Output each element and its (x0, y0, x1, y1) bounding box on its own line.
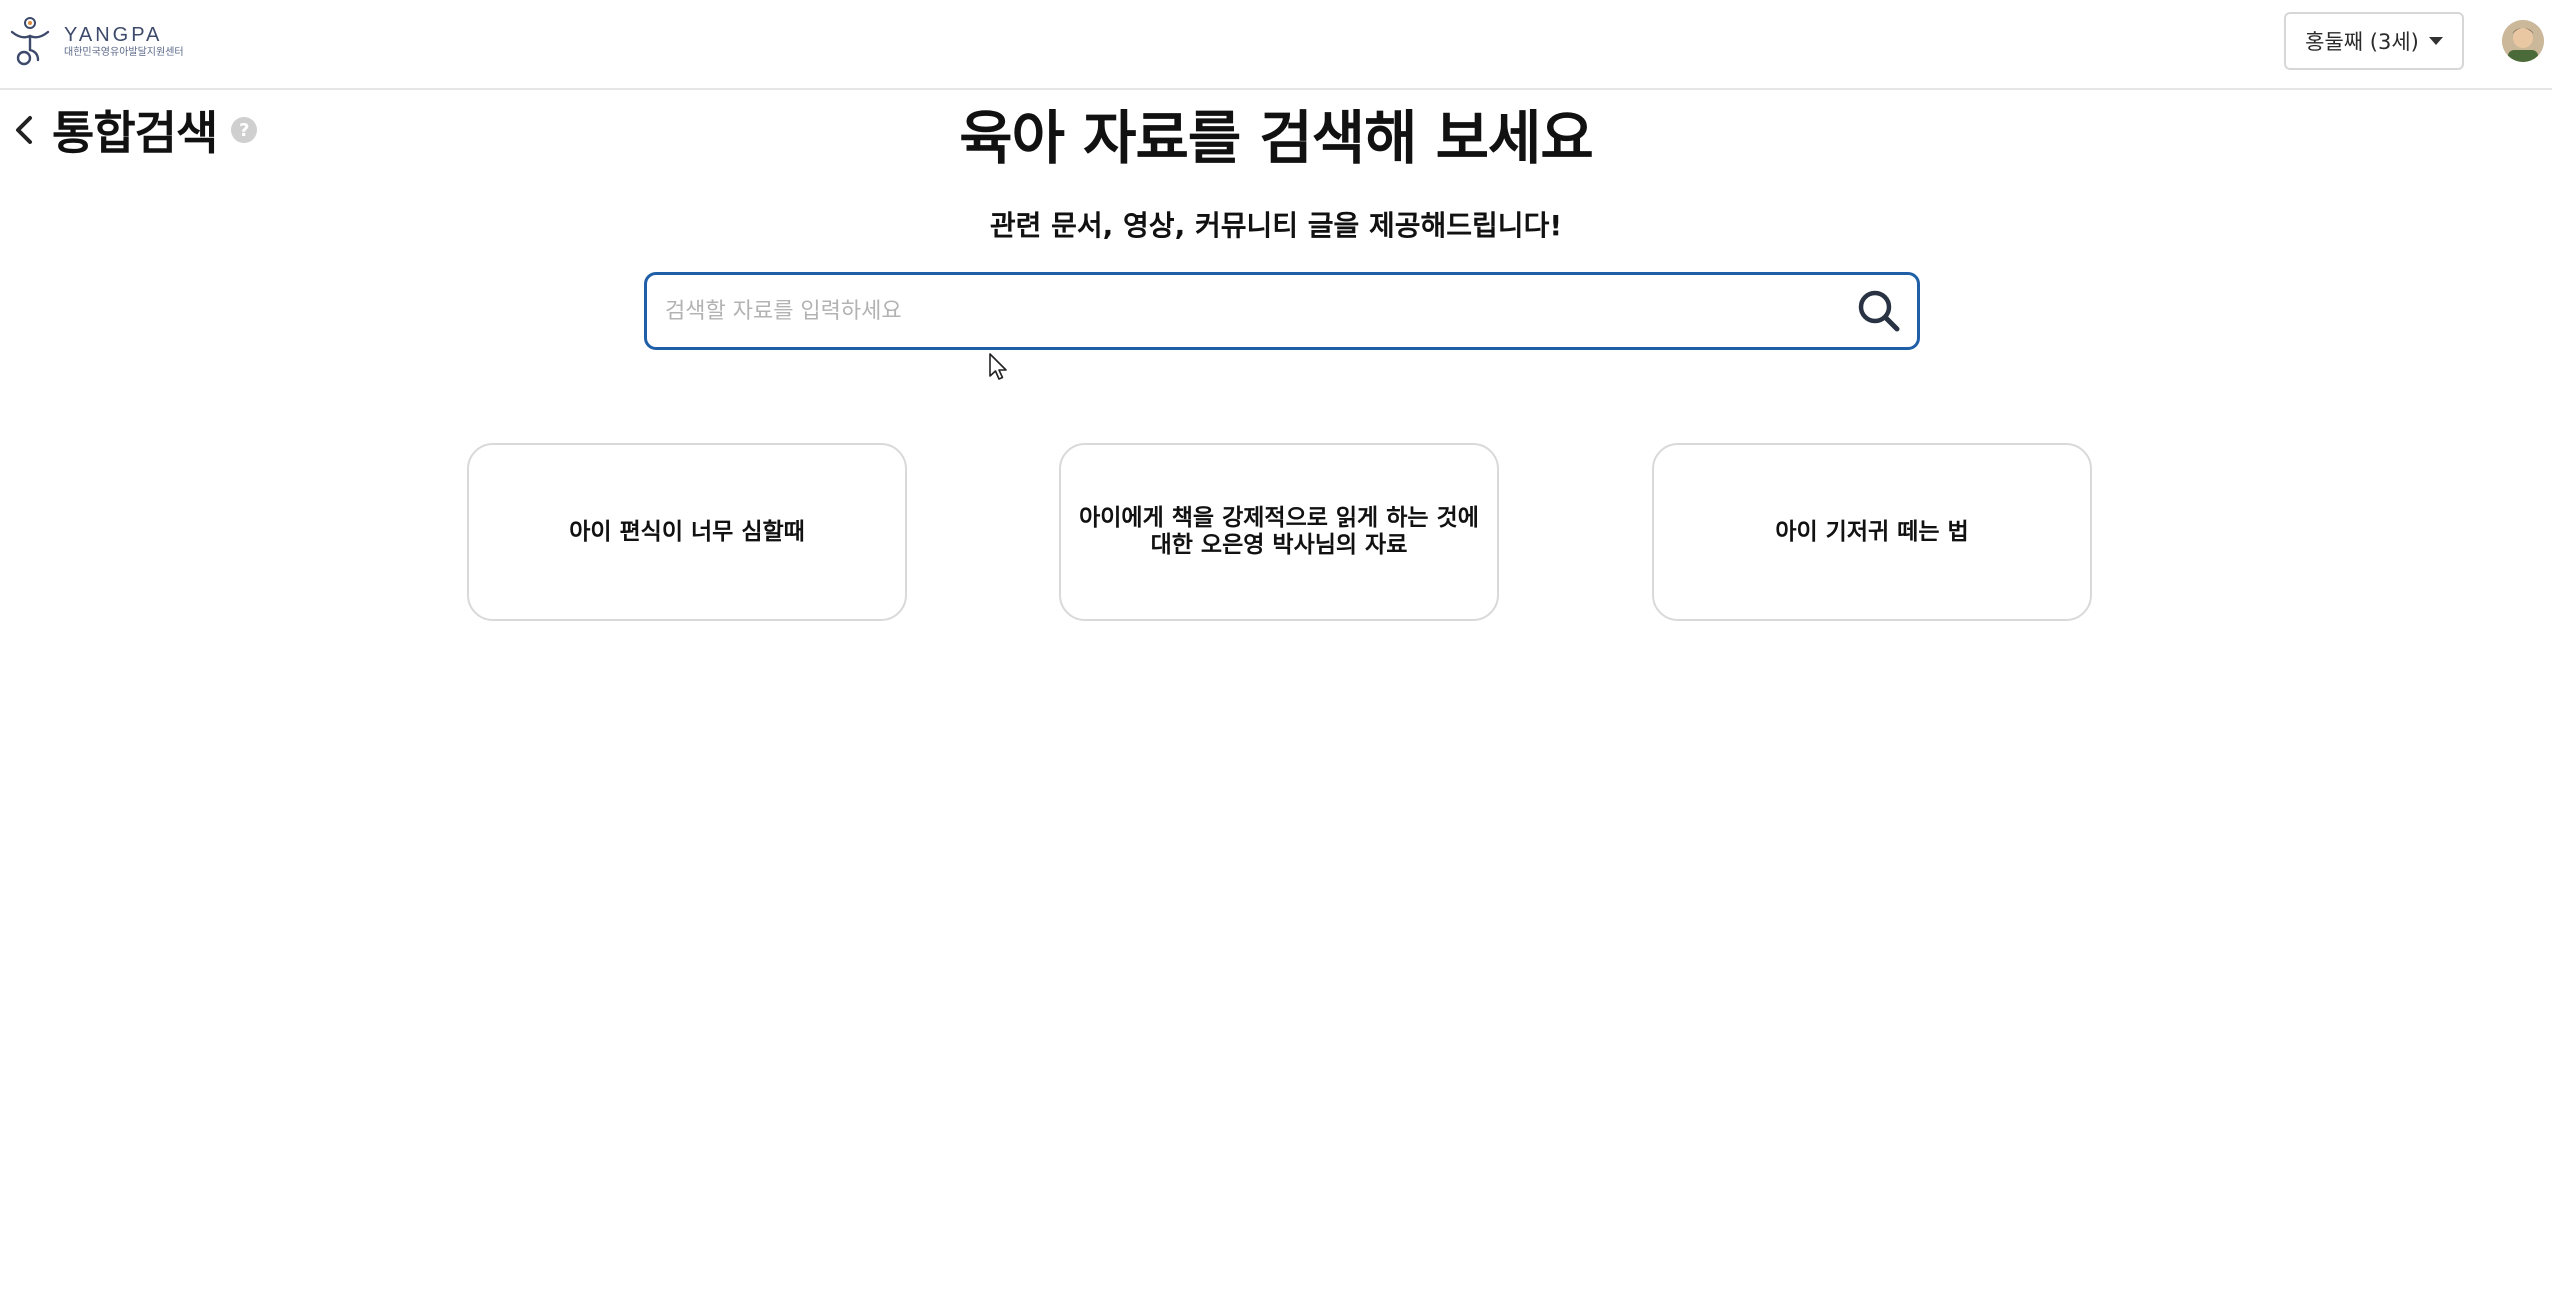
avatar-image (2502, 20, 2544, 62)
search-input[interactable] (663, 275, 1813, 347)
logo-subtitle: 대한민국영유아발달지원센터 (64, 47, 184, 58)
suggestion-card[interactable]: 아이 편식이 너무 심할때 (467, 443, 907, 621)
mouse-cursor-icon (989, 353, 1007, 380)
search-headline: 육아 자료를 검색해 보세요 (959, 104, 1594, 172)
suggestion-card[interactable]: 아이에게 책을 강제적으로 읽게 하는 것에 대한 오은영 박사님의 자료 (1059, 443, 1499, 621)
logo-mark-icon (10, 17, 50, 66)
search-box (644, 272, 1920, 350)
logo-link[interactable]: YANGPA 대한민국영유아발달지원센터 (8, 14, 184, 70)
logo-text: YANGPA 대한민국영유아발달지원센터 (64, 24, 184, 60)
child-selector-dropdown[interactable]: 홍둘째 (3세) (2284, 12, 2464, 70)
search-subheadline: 관련 문서, 영상, 커뮤니티 글을 제공해드립니다! (989, 209, 1563, 242)
suggestion-card[interactable]: 아이 기저귀 떼는 법 (1652, 443, 2092, 621)
avatar[interactable] (2502, 20, 2544, 62)
suggestion-card-label: 아이에게 책을 강제적으로 읽게 하는 것에 대한 오은영 박사님의 자료 (1079, 505, 1479, 558)
top-header: YANGPA 대한민국영유아발달지원센터 홍둘째 (3세) (0, 0, 2552, 90)
caret-down-icon (2428, 37, 2443, 45)
logo-title: YANGPA (64, 24, 163, 46)
suggestion-card-label: 아이 기저귀 떼는 법 (1775, 518, 1969, 545)
child-selector-label: 홍둘째 (3세) (2305, 30, 2419, 54)
search-icon[interactable] (1855, 287, 1903, 335)
suggestion-card-label: 아이 편식이 너무 심할때 (569, 518, 805, 545)
